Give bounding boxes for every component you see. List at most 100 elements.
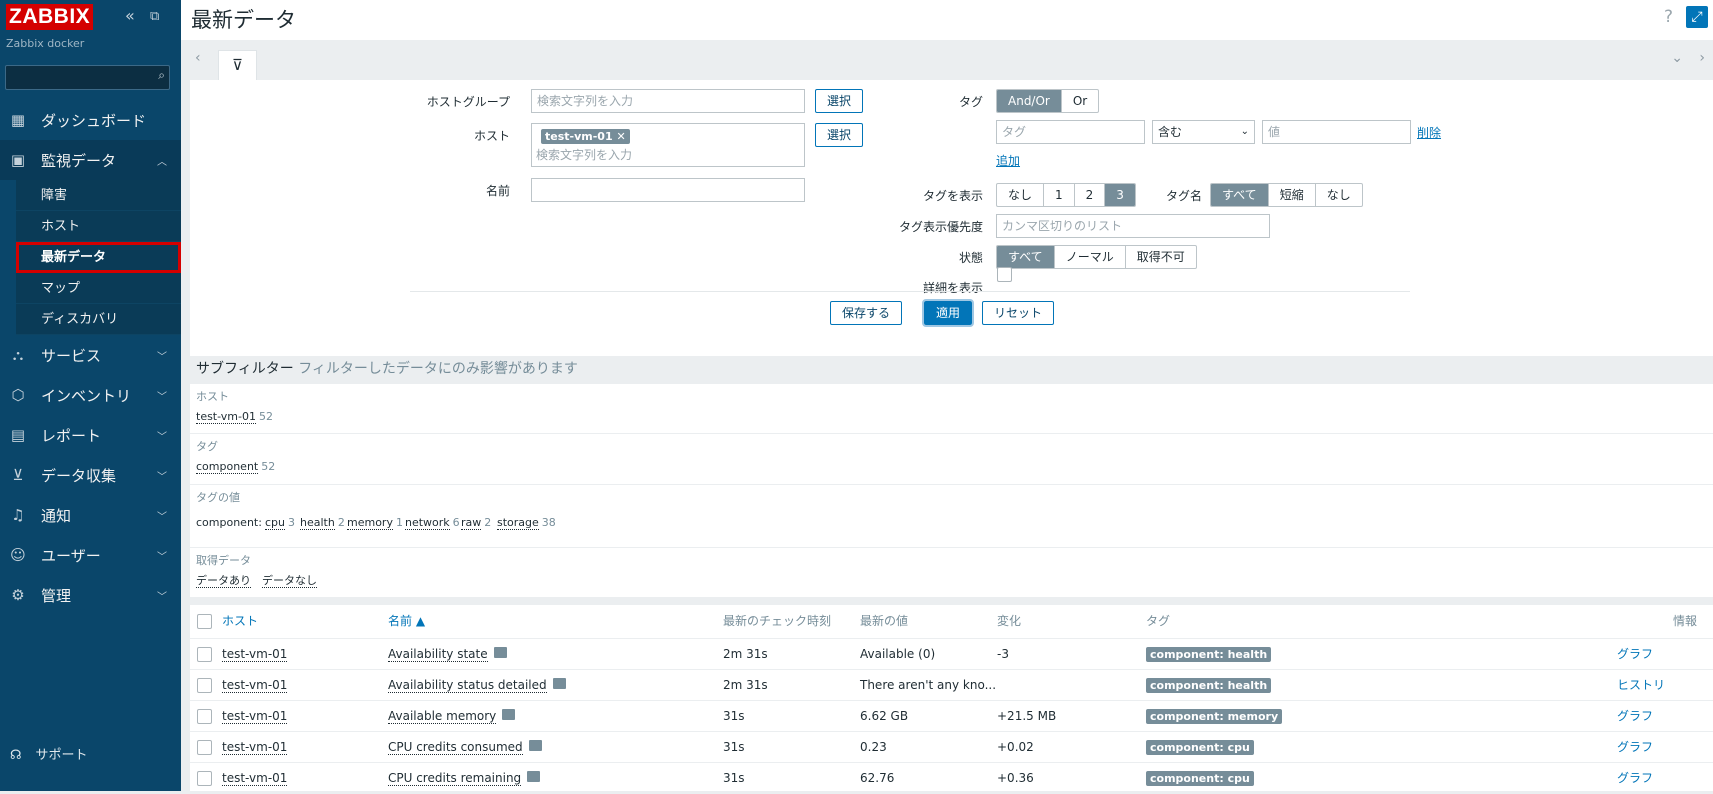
show-tags-1[interactable]: 1: [1043, 184, 1074, 206]
row-item-name[interactable]: Availability state: [388, 639, 507, 670]
row-checkbox[interactable]: [197, 709, 212, 724]
apply-button[interactable]: 適用: [922, 299, 974, 327]
show-tags-2[interactable]: 2: [1073, 184, 1105, 206]
sidebar-search-input[interactable]: ⌕: [5, 65, 170, 90]
subfilter-tagvalue-item[interactable]: raw 2: [461, 516, 491, 530]
menu-alerts[interactable]: ♫ 通知 ﹀: [0, 495, 181, 535]
submenu-hosts[interactable]: ホスト: [16, 211, 181, 242]
column-host[interactable]: ホスト: [222, 605, 258, 638]
row-tag[interactable]: component: cpu: [1146, 732, 1254, 763]
fullscreen-icon[interactable]: ⤢: [1686, 6, 1708, 28]
row-checkbox[interactable]: [197, 740, 212, 755]
save-filter-button[interactable]: 保存する: [830, 301, 902, 325]
row-checkbox[interactable]: [197, 771, 212, 786]
comment-icon[interactable]: [493, 647, 507, 658]
host-chip[interactable]: test-vm-01 ✕: [541, 129, 630, 144]
row-graph-link[interactable]: グラフ: [1617, 701, 1653, 732]
menu-users[interactable]: ☺ ユーザー ﹀: [0, 535, 181, 575]
host-multiselect[interactable]: test-vm-01 ✕ 検索文字列を入力: [531, 123, 805, 167]
host-select-button[interactable]: 選択: [815, 123, 863, 147]
show-tags-none[interactable]: なし: [997, 184, 1043, 206]
show-details-checkbox[interactable]: [997, 267, 1012, 282]
zabbix-logo[interactable]: ZABBIX: [6, 4, 94, 30]
row-host[interactable]: test-vm-01: [222, 701, 288, 732]
tag-priority-input[interactable]: カンマ区切りのリスト: [996, 214, 1270, 238]
tag-evaltype-toggle[interactable]: And/Or Or: [996, 89, 1100, 113]
row-checkbox[interactable]: [197, 678, 212, 693]
row-graph-link[interactable]: グラフ: [1617, 639, 1653, 670]
tag-or-option[interactable]: Or: [1060, 90, 1098, 112]
hostgroup-input[interactable]: 検索文字列を入力: [531, 89, 805, 113]
menu-dashboard[interactable]: ▦ ダッシュボード: [0, 100, 181, 140]
chevron-left-icon[interactable]: ‹: [195, 50, 201, 66]
subfilter-tagvalue-item[interactable]: memory 1: [347, 516, 403, 530]
kiosk-sidebar-icon[interactable]: ⧉: [150, 9, 159, 24]
submenu-discovery[interactable]: ディスカバリ: [16, 304, 181, 335]
subfilter-with-data[interactable]: データあり: [196, 572, 251, 588]
submenu-latest-data[interactable]: 最新データ: [16, 242, 181, 273]
row-host[interactable]: test-vm-01: [222, 732, 288, 763]
row-item-name[interactable]: CPU credits consumed: [388, 732, 542, 763]
row-tag[interactable]: component: health: [1146, 670, 1272, 701]
subfilter-tagvalue-item[interactable]: cpu 3: [265, 516, 295, 530]
show-tags-3[interactable]: 3: [1104, 184, 1135, 206]
subfilter-host-item[interactable]: test-vm-01 52: [196, 410, 273, 424]
submenu-maps[interactable]: マップ: [16, 273, 181, 304]
tag-name-none[interactable]: なし: [1314, 184, 1362, 206]
comment-icon[interactable]: [552, 678, 566, 689]
name-input[interactable]: [531, 178, 805, 202]
row-graph-link[interactable]: グラフ: [1617, 732, 1653, 763]
row-graph-link[interactable]: グラフ: [1617, 763, 1653, 794]
row-host[interactable]: test-vm-01: [222, 763, 288, 794]
tag-add-link[interactable]: 追加: [996, 152, 1020, 169]
row-host[interactable]: test-vm-01: [222, 670, 288, 701]
menu-inventory[interactable]: ⬡ インベントリ ﹀: [0, 375, 181, 415]
row-item-name[interactable]: Availability status detailed: [388, 670, 566, 701]
show-tags-toggle[interactable]: なし 1 2 3: [996, 183, 1136, 207]
state-toggle[interactable]: すべて ノーマル 取得不可: [996, 245, 1197, 269]
row-tag[interactable]: component: cpu: [1146, 763, 1254, 794]
subfilter-tag-item[interactable]: component 52: [196, 460, 275, 474]
column-name[interactable]: 名前 ▲: [388, 605, 425, 638]
close-icon[interactable]: ✕: [616, 130, 625, 143]
menu-monitoring[interactable]: ▣ 監視データ ︿: [0, 140, 181, 180]
row-tag[interactable]: component: health: [1146, 639, 1272, 670]
row-item-name[interactable]: Available memory: [388, 701, 516, 732]
comment-icon[interactable]: [528, 740, 542, 751]
row-history-link[interactable]: ヒストリ: [1617, 670, 1665, 701]
chevron-right-icon[interactable]: ›: [1699, 50, 1705, 66]
subfilter-tagvalue-item[interactable]: network 6: [405, 516, 460, 530]
chevron-down-icon[interactable]: ⌄: [1671, 50, 1683, 66]
row-checkbox[interactable]: [197, 647, 212, 662]
subfilter-tagvalue-item[interactable]: storage 38: [497, 516, 556, 530]
tag-operator-select[interactable]: 含む ⌄: [1152, 120, 1255, 144]
tag-remove-link[interactable]: 削除: [1417, 124, 1441, 141]
tag-name-input[interactable]: タグ: [996, 120, 1145, 144]
row-host[interactable]: test-vm-01: [222, 639, 288, 670]
tag-name-short[interactable]: 短縮: [1267, 184, 1315, 206]
tag-name-format-toggle[interactable]: すべて 短縮 なし: [1210, 183, 1363, 207]
select-all-checkbox[interactable]: [197, 614, 212, 629]
comment-icon[interactable]: [527, 771, 541, 782]
menu-services[interactable]: ⛬ サービス ﹀: [0, 335, 181, 375]
tag-andor-option[interactable]: And/Or: [997, 90, 1061, 112]
subfilter-tagvalue-item[interactable]: health 2: [300, 516, 345, 530]
state-normal[interactable]: ノーマル: [1053, 246, 1125, 268]
row-item-name[interactable]: CPU credits remaining: [388, 763, 541, 794]
support-link[interactable]: ☊ サポート: [10, 744, 102, 763]
submenu-problems[interactable]: 障害: [16, 180, 181, 211]
row-tag[interactable]: component: memory: [1146, 701, 1283, 732]
state-all[interactable]: すべて: [997, 246, 1054, 268]
menu-administration[interactable]: ⚙ 管理 ﹀: [0, 575, 181, 615]
tag-name-full[interactable]: すべて: [1211, 184, 1268, 206]
menu-data-collection[interactable]: ⊻ データ収集 ﹀: [0, 455, 181, 495]
menu-reports[interactable]: ▤ レポート ﹀: [0, 415, 181, 455]
tag-value-input[interactable]: 値: [1262, 120, 1411, 144]
state-not-supported[interactable]: 取得不可: [1124, 246, 1196, 268]
reset-button[interactable]: リセット: [982, 301, 1054, 325]
subfilter-without-data[interactable]: データなし: [262, 572, 317, 588]
search-icon[interactable]: ⌕: [158, 68, 165, 83]
collapse-sidebar-icon[interactable]: «: [125, 6, 135, 25]
comment-icon[interactable]: [502, 709, 516, 720]
hostgroup-select-button[interactable]: 選択: [815, 89, 863, 113]
